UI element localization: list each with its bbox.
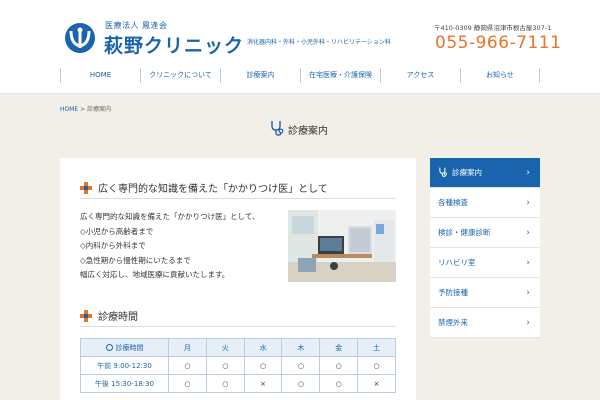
- table-header-cell: 火: [205, 338, 245, 357]
- sidebar-item-smoking-cessation[interactable]: 禁煙外来 ›: [430, 308, 540, 338]
- table-row: 午前 9:00-12:30 ○ ○ ○ ○ ○ ○: [80, 356, 396, 375]
- chevron-right-icon: ›: [526, 198, 530, 208]
- sidebar-item-label: 診療案内: [452, 168, 482, 177]
- table-cell: ○: [205, 356, 245, 375]
- departments-text: 消化器内科・外科・小児外科・リハビリテーション科: [247, 39, 391, 46]
- stethoscope-icon: [271, 121, 284, 136]
- table-header-cell: 診療時間: [80, 338, 169, 357]
- nav-item-news[interactable]: お知らせ: [460, 68, 540, 83]
- table-cell: ○: [319, 356, 359, 375]
- nav-item-access[interactable]: アクセス: [380, 68, 460, 83]
- table-cell: ○: [281, 374, 321, 393]
- intro-line: ◇急性期から慢性期にいたるまで: [80, 255, 191, 265]
- sidebar-nav: 診療案内 › 各種検査 › 検診・健康診断 › リハビリ室 › 予防接種 › 禁…: [430, 158, 540, 338]
- section-title-primary-care: 広く専門的な知識を備えた「かかりつけ医」として: [98, 184, 328, 195]
- chevron-right-icon: ›: [526, 258, 530, 268]
- clock-icon: [105, 343, 113, 351]
- address-text: 〒410-0309 静岡県沼津市根古屋307-1: [434, 24, 552, 32]
- intro-text: 広く専門的な知識を備えた「かかりつけ医」として、 ◇小児から高齢者まで ◇内科か…: [80, 210, 280, 283]
- intro-line: 広く専門的な知識を備えた「かかりつけ医」として、: [80, 212, 260, 221]
- table-header-cell: 水: [243, 338, 283, 357]
- page-title: 診療案内: [288, 126, 328, 137]
- table-cell: ○: [205, 374, 245, 393]
- table-cell-time: 午後 15:30-18:30: [80, 374, 169, 393]
- sidebar-item-label: 検診・健康診断: [438, 228, 491, 237]
- table-header-cell: 木: [281, 338, 321, 357]
- stethoscope-icon: [439, 167, 447, 177]
- breadcrumb-separator: >: [80, 106, 86, 113]
- table-cell-time: 午前 9:00-12:30: [80, 356, 169, 375]
- table-header-cell: 月: [168, 338, 207, 357]
- sidebar-item-rehab[interactable]: リハビリ室 ›: [430, 248, 540, 278]
- intro-line: ◇内科から外科まで: [80, 241, 146, 250]
- sidebar-item-services[interactable]: 診療案内 ›: [430, 158, 540, 188]
- site-header: 医療法人 鳳逢会 萩野クリニック 消化器内科・外科・小児外科・リハビリテーション…: [0, 0, 600, 58]
- nav-item-services[interactable]: 診療案内: [220, 68, 300, 83]
- table-cell: ○: [243, 356, 283, 375]
- global-nav: HOME クリニックについて 診療案内 在宅医療・介護保険 アクセス お知らせ: [0, 58, 600, 94]
- section-divider: [80, 198, 396, 199]
- sidebar-item-vaccination[interactable]: 予防接種 ›: [430, 278, 540, 308]
- table-cell: ○: [281, 356, 321, 375]
- chevron-right-icon: ›: [526, 288, 530, 298]
- section-plus-icon: [80, 310, 92, 322]
- intro-line: 幅広く対応し、地域医療に貢献いたします。: [80, 270, 230, 279]
- table-header-row: 診療時間 月 火 水 木 金 土: [80, 338, 396, 357]
- clinic-name[interactable]: 萩野クリニック: [104, 31, 244, 58]
- sidebar-item-label: 各種検査: [438, 198, 468, 207]
- breadcrumb-home-link[interactable]: HOME: [60, 106, 78, 113]
- main-content: 広く専門的な知識を備えた「かかりつけ医」として 広く専門的な知識を備えた「かかり…: [60, 158, 416, 400]
- table-cell: ○: [168, 374, 207, 393]
- table-cell: ○: [168, 356, 207, 375]
- table-cell: ○: [357, 356, 396, 375]
- sidebar-item-checkups[interactable]: 検診・健康診断 ›: [430, 218, 540, 248]
- nav-item-homecare[interactable]: 在宅医療・介護保険: [300, 68, 380, 83]
- breadcrumb: HOME > 診療案内: [60, 104, 111, 113]
- sidebar-item-label: リハビリ室: [438, 258, 476, 267]
- section-plus-icon: [80, 182, 92, 194]
- table-row: 午後 15:30-18:30 ○ ○ × ○ ○ ×: [80, 374, 396, 393]
- table-cell: ○: [319, 374, 359, 393]
- consultation-hours-table: 診療時間 月 火 水 木 金 土 午前 9:00-12:30 ○ ○ ○ ○ ○…: [80, 338, 396, 393]
- table-header-cell: 土: [357, 338, 396, 357]
- sidebar-item-label: 禁煙外来: [438, 318, 468, 327]
- corp-name: 医療法人 鳳逢会: [105, 21, 168, 30]
- phone-number[interactable]: 055-966-7111: [435, 33, 561, 53]
- sidebar-item-label: 予防接種: [438, 288, 468, 297]
- table-header-cell: 金: [319, 338, 359, 357]
- intro-line: ◇小児から高齢者まで: [80, 226, 154, 236]
- section-divider: [80, 326, 396, 327]
- table-cell: ×: [357, 374, 396, 393]
- section-title-hours: 診療時間: [98, 312, 138, 323]
- chevron-right-icon: ›: [526, 318, 530, 328]
- breadcrumb-current: 診療案内: [87, 106, 112, 113]
- nav-item-home[interactable]: HOME: [60, 68, 140, 83]
- nav-item-about[interactable]: クリニックについて: [140, 68, 220, 83]
- clinic-room-photo: [288, 210, 396, 282]
- chevron-right-icon: ›: [526, 168, 530, 178]
- clinic-logo-icon[interactable]: [62, 22, 98, 54]
- sidebar-item-tests[interactable]: 各種検査 ›: [430, 188, 540, 218]
- table-cell: ×: [243, 374, 283, 393]
- chevron-right-icon: ›: [526, 228, 530, 238]
